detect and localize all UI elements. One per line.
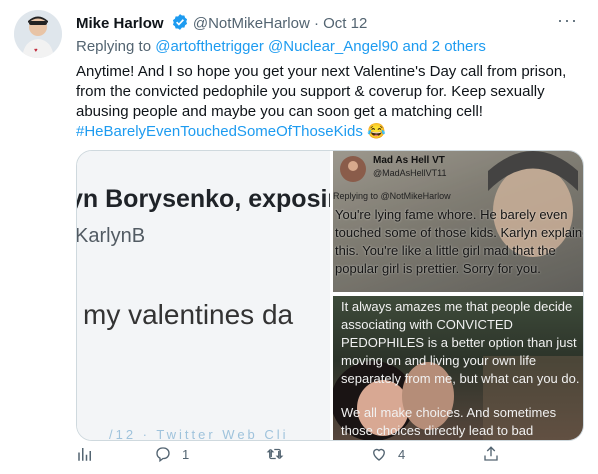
avatar[interactable]: ♥ [14, 10, 62, 58]
tweet-actions: 1 4 [76, 443, 596, 473]
like-count: 4 [398, 446, 406, 462]
media-image-right-bottom[interactable]: It always amazes me that people decide a… [333, 296, 583, 440]
separator-dot: · [313, 15, 319, 32]
tweet-header: Mike Harlow @NotMikeHarlow · Oct 12 [76, 13, 367, 37]
embedded-caption-text: It always amazes me that people decide a… [341, 299, 580, 386]
reply-count: 1 [182, 446, 190, 462]
media-image-right-top[interactable]: Mad As Hell VT @MadAsHellVT11 Replying t… [333, 151, 583, 292]
embedded-replying-to: Replying to @NotMikeHarlow [333, 191, 451, 201]
analytics-button[interactable] [76, 445, 94, 463]
image-text-line4: /12 · Twitter Web Cli [109, 427, 289, 440]
embedded-reply-text: You're lying fame whore. He barely even … [335, 207, 583, 276]
more-options-icon[interactable]: ··· [557, 10, 578, 31]
hashtag-link[interactable]: #HeBarelyEvenTouchedSomeOfThoseKids [76, 123, 363, 140]
image-text-line1: yn Borysenko, exposin [77, 185, 330, 213]
laughing-emoji-icon: 😂 [367, 123, 386, 140]
embedded-author-handle: @MadAsHellVT11 [373, 168, 447, 178]
reply-mention-1[interactable]: @artofthetrigger [155, 38, 264, 55]
analytics-icon [78, 448, 91, 461]
svg-text:♥: ♥ [34, 48, 38, 54]
retweet-button[interactable] [266, 445, 294, 463]
author-handle[interactable]: @NotMikeHarlow [193, 15, 310, 32]
reply-others-link[interactable]: and 2 others [403, 38, 486, 55]
image-text-line2: KarlynB [77, 225, 146, 247]
tweet-date[interactable]: Oct 12 [323, 15, 367, 32]
tweet-text: Anytime! And I so hope you get your next… [76, 63, 567, 120]
replying-to-label: Replying to [76, 38, 152, 55]
like-button[interactable]: 4 [370, 445, 405, 463]
share-icon [484, 446, 498, 461]
tweet-body: Anytime! And I so hope you get your next… [76, 62, 584, 142]
image-text-line3: my valentines da [83, 299, 294, 330]
embedded-caption-text-2: We all make choices. And sometimes those… [341, 405, 557, 438]
reply-button[interactable]: 1 [154, 445, 189, 463]
share-button[interactable] [482, 445, 500, 463]
embedded-author-name: Mad As Hell VT [373, 155, 445, 166]
media-grid[interactable]: yn Borysenko, exposin KarlynB my valenti… [76, 150, 584, 441]
verified-badge-icon [171, 13, 189, 37]
reply-mention-2[interactable]: @Nuclear_Angel90 [268, 38, 398, 55]
replying-to: Replying to @artofthetrigger @Nuclear_An… [76, 38, 486, 55]
reply-icon [156, 447, 170, 463]
heart-icon [373, 448, 385, 461]
retweet-icon [266, 448, 284, 460]
media-image-left[interactable]: yn Borysenko, exposin KarlynB my valenti… [77, 151, 330, 440]
reply-avatar-icon [340, 156, 366, 182]
author-name[interactable]: Mike Harlow [76, 15, 164, 32]
